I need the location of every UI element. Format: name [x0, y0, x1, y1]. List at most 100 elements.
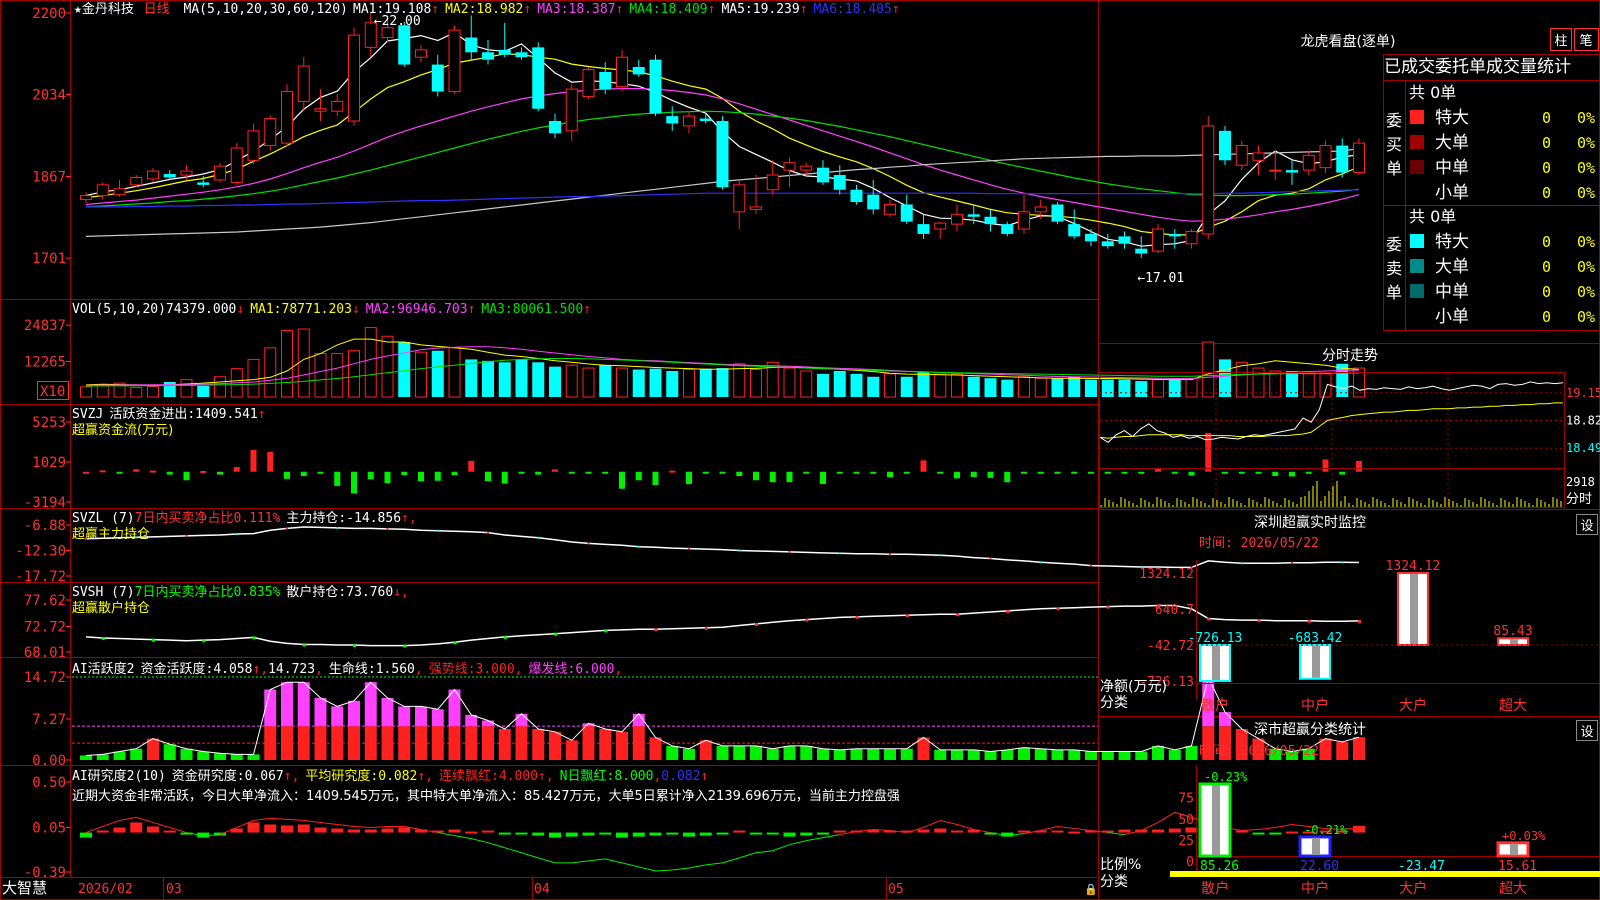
research-bar: [783, 832, 796, 837]
candle: [482, 52, 494, 60]
legend-value: 3.000: [476, 662, 515, 677]
research-bar: [1068, 831, 1081, 834]
indicator-title: AI活跃度2: [72, 661, 134, 677]
research-bar: [599, 832, 612, 835]
flow-bar: [937, 471, 944, 474]
research-summary: 近期大资金非常活跃，今日大单净流入：1409.545万元，其中特大单净流入：85…: [72, 788, 900, 804]
candle: [766, 174, 779, 191]
flow-bar: [200, 470, 207, 473]
candle: [398, 25, 411, 65]
research-line: [1157, 811, 1176, 823]
research-bar: [448, 829, 461, 833]
flow-bar: [418, 471, 424, 482]
research-bar: [1185, 827, 1198, 833]
flow-bar: [669, 470, 676, 473]
volume-bar: [850, 373, 863, 397]
activity-bar: [884, 748, 896, 760]
activity-bar: [532, 728, 545, 760]
activity-bar-burst: [314, 697, 327, 727]
volume-bar: [1185, 377, 1198, 398]
flow-bar: [300, 471, 307, 477]
research-bar: [666, 832, 679, 835]
activity-bar-burst: [482, 720, 494, 727]
research-line: [521, 852, 539, 859]
holding-marker: [403, 644, 407, 648]
candle: [549, 121, 561, 134]
candle: [1051, 204, 1064, 222]
activity-bar: [850, 748, 863, 760]
class-y-tick: 0: [1186, 855, 1194, 870]
activity-bar: [683, 748, 695, 760]
order-percent: 0%: [1577, 159, 1595, 177]
intraday-panel: 分时走势 19.15 18.82 18.49 2918 分时: [1099, 348, 1600, 508]
activity-bar: [264, 726, 277, 760]
flow-bar: [585, 471, 592, 474]
y-tick-label: 14.72: [24, 670, 66, 686]
indicator-subtitle: 超赢主力持仓: [72, 526, 150, 542]
activity-bar-burst: [415, 706, 427, 727]
candle: [599, 71, 612, 90]
order-size-label: 中单: [1435, 282, 1469, 302]
research-line: [1141, 821, 1159, 831]
activity-bar: [951, 749, 963, 760]
volume-bar: [582, 367, 595, 398]
activity-bar: [1018, 747, 1030, 760]
flow-bar: [384, 471, 391, 484]
legend-value: 73.760: [346, 585, 393, 600]
holding-marker: [805, 618, 809, 622]
period-label[interactable]: 日线: [144, 2, 170, 17]
activity-bar: [1135, 751, 1148, 760]
brand-label: 大智慧: [2, 879, 47, 897]
flow-bar: [518, 471, 525, 474]
holding-marker: [1307, 619, 1311, 623]
settings-label: 设: [1580, 519, 1593, 534]
stock-name[interactable]: ★金丹科技: [74, 1, 134, 17]
activity-bar: [1101, 751, 1114, 760]
y-tick-label: -3194: [24, 495, 66, 511]
research-bar: [482, 830, 494, 833]
candle: [632, 67, 645, 75]
sell-total: 共 0单: [1409, 207, 1456, 226]
intraday-volume-tick: 2918: [1566, 475, 1595, 489]
research-bar: [750, 832, 762, 835]
holding-marker: [135, 536, 138, 539]
y-tick-label: 1029: [32, 455, 66, 471]
activity-bar: [364, 726, 377, 760]
volume-bar: [666, 370, 679, 397]
y-tick-label: 77.62: [24, 593, 66, 609]
candle: [1252, 152, 1265, 161]
research-bar: [80, 832, 92, 838]
column-view-label: 柱: [1554, 34, 1567, 49]
sz-monitor-panel: 深圳超赢实时监控 设 时间: 2026/05/22 1324.12640.7-4…: [1100, 514, 1600, 714]
flow-bar: [736, 471, 743, 477]
activity-bar-burst: [515, 713, 528, 727]
price-panel: 2200 2034 1867 1701 ←22.00 ←17.01: [32, 6, 1365, 286]
candle: [331, 100, 344, 112]
research-line: [270, 817, 288, 820]
candle: [163, 174, 176, 178]
volume-bar: [80, 386, 92, 398]
legend-arrow: ↑,: [252, 662, 268, 677]
ma-value: 18.405: [845, 2, 892, 17]
legend-value: 4.000: [499, 769, 538, 784]
candle: [800, 165, 813, 171]
holding-marker: [252, 636, 256, 640]
legend-label: 资金活跃度:: [140, 661, 213, 677]
candle: [733, 184, 746, 213]
lock-icon[interactable]: 🔒: [1084, 883, 1098, 896]
volume-bar: [900, 376, 913, 397]
candle: [281, 91, 293, 144]
holding-marker: [436, 529, 439, 532]
legend-label: 活跃资金进出:: [109, 406, 195, 422]
volume-bar: [147, 386, 159, 398]
sell-side-label: 卖: [1386, 259, 1402, 278]
legend-arrow: ↑,: [417, 769, 433, 784]
holding-marker: [956, 613, 959, 617]
volume-bar: [867, 376, 880, 397]
flow-bar: [853, 471, 860, 474]
candle: [967, 214, 980, 217]
candle: [415, 49, 427, 58]
y-tick-label: 0.50: [32, 775, 66, 791]
holding-marker: [554, 632, 557, 636]
volume-bar: [716, 368, 729, 397]
